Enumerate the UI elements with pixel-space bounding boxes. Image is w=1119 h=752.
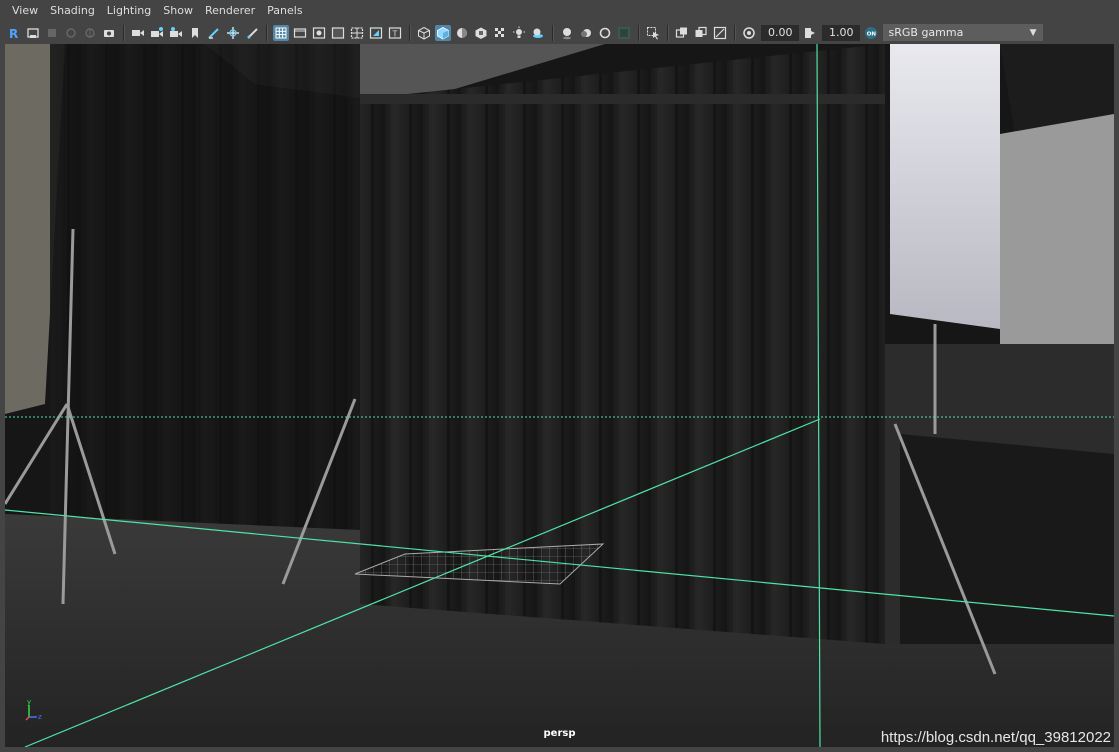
camera-icon[interactable] [130, 25, 146, 41]
color-management-icon[interactable]: ON [863, 25, 879, 41]
resolution-gate-icon[interactable] [311, 25, 327, 41]
textured-icon[interactable] [473, 25, 489, 41]
toolbar-separator [265, 24, 268, 41]
menu-renderer[interactable]: Renderer [199, 0, 261, 22]
watermark-text: https://blog.csdn.net/qq_39812022 [880, 729, 1111, 746]
svg-text:ON: ON [867, 31, 877, 37]
xray-icon[interactable] [674, 25, 690, 41]
axis-z-label: z [38, 713, 42, 721]
menu-show[interactable]: Show [157, 0, 199, 22]
film-gate-icon[interactable] [292, 25, 308, 41]
toolbar-separator [122, 24, 125, 41]
checker-icon[interactable] [492, 25, 508, 41]
axis-y-label: y [27, 698, 31, 706]
camera-sequence-icon[interactable] [168, 25, 184, 41]
multisample-aa-icon[interactable] [597, 25, 613, 41]
toolbar-separator [637, 24, 640, 41]
field-chart-icon[interactable] [349, 25, 365, 41]
select-camera-icon[interactable]: R [6, 25, 22, 41]
2d-pan-zoom-icon[interactable] [82, 25, 98, 41]
safe-frame-icon[interactable] [187, 25, 203, 41]
color-space-dropdown[interactable]: sRGB gamma ▼ [882, 24, 1043, 41]
svg-text:T: T [392, 29, 398, 38]
camera-attributes-icon[interactable] [25, 25, 41, 41]
bookmark-icon[interactable] [44, 25, 60, 41]
grid-icon[interactable] [273, 24, 289, 41]
default-material-icon[interactable] [454, 25, 470, 41]
safe-title-icon[interactable]: T [387, 25, 403, 41]
wireframe-icon[interactable] [416, 25, 432, 41]
scene-background [5, 44, 1114, 747]
exposure-field[interactable]: 0.00 [760, 24, 799, 41]
lighting-icon[interactable] [511, 25, 527, 41]
menu-view[interactable]: View [6, 0, 44, 22]
color-space-value: sRGB gamma [888, 26, 964, 39]
motion-blur-icon[interactable] [578, 25, 594, 41]
svg-text:R: R [9, 27, 18, 40]
axis-gizmo: y z [25, 698, 42, 721]
pencil-icon[interactable] [244, 25, 260, 41]
smooth-shade-icon[interactable] [435, 24, 451, 41]
menu-bar: View Shading Lighting Show Renderer Pane… [0, 0, 1119, 22]
depth-of-field-icon[interactable] [616, 25, 632, 41]
3d-viewport[interactable]: y z persp [5, 44, 1114, 747]
chevron-down-icon: ▼ [1029, 27, 1037, 38]
safe-action-icon[interactable] [368, 25, 384, 41]
2d-pan-icon[interactable] [225, 25, 241, 41]
toolbar-separator [733, 24, 736, 41]
toolbar-separator [408, 24, 411, 41]
screen-space-ao-icon[interactable] [559, 25, 575, 41]
toolbar-separator [551, 24, 554, 41]
panel-toolbar: R T 0.00 1.00 ON sRGB gamma ▼ [0, 22, 1119, 43]
xray-joints-icon[interactable] [693, 25, 709, 41]
grease-pencil-icon[interactable] [206, 25, 222, 41]
shadows-icon[interactable] [530, 25, 546, 41]
gate-mask-icon[interactable] [330, 25, 346, 41]
gamma-icon[interactable] [802, 25, 818, 41]
toolbar-separator [666, 24, 669, 41]
menu-panels[interactable]: Panels [261, 0, 308, 22]
image-plane-icon[interactable] [63, 25, 79, 41]
menu-lighting[interactable]: Lighting [101, 0, 157, 22]
xray-active-icon[interactable] [712, 25, 728, 41]
lock-camera-icon[interactable] [149, 25, 165, 41]
snapshot-icon[interactable] [101, 25, 117, 41]
gamma-field[interactable]: 1.00 [821, 24, 860, 41]
menu-shading[interactable]: Shading [44, 0, 101, 22]
isolate-select-icon[interactable] [645, 25, 661, 41]
exposure-icon[interactable] [741, 25, 757, 41]
